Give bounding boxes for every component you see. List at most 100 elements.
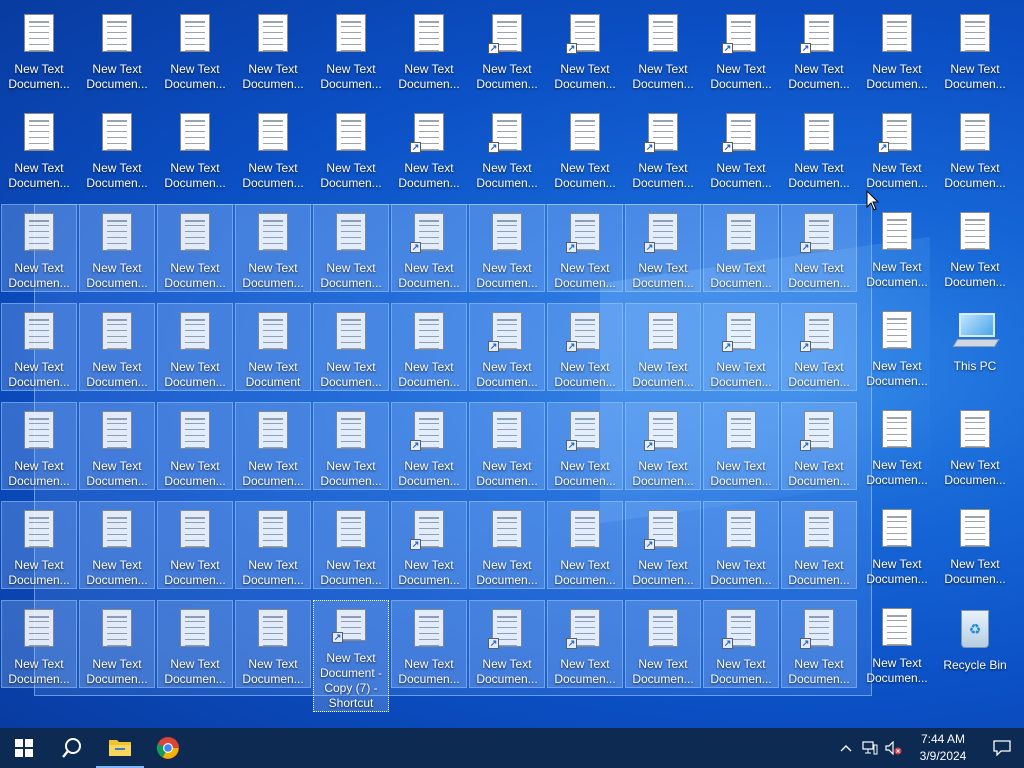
text-document-desktop-icon[interactable]: New Text Documen...	[235, 105, 311, 193]
text-document-desktop-icon[interactable]: New Text Documen...	[937, 402, 1013, 490]
text-document-desktop-icon[interactable]: New Text Documen...	[937, 105, 1013, 193]
start-button[interactable]	[0, 728, 48, 768]
text-document-desktop-icon[interactable]: New Text Documen...	[859, 402, 935, 490]
text-document-desktop-icon[interactable]: New Text Documen...	[235, 501, 311, 589]
text-document-desktop-icon[interactable]: New Text Documen...	[157, 501, 233, 589]
text-document-desktop-icon[interactable]: New Text Documen...	[157, 105, 233, 193]
text-document-desktop-icon[interactable]: ↗ New Text Documen...	[859, 105, 935, 193]
text-document-desktop-icon[interactable]: New Text Documen...	[1, 6, 77, 94]
text-document-desktop-icon[interactable]: ↗ New Text Documen...	[703, 6, 779, 94]
text-document-desktop-icon[interactable]: New Text Documen...	[235, 600, 311, 688]
text-document-desktop-icon[interactable]: ↗ New Text Document - Copy (7) - Shortcut	[313, 600, 389, 712]
text-document-desktop-icon[interactable]: ↗ New Text Documen...	[391, 105, 467, 193]
text-document-desktop-icon[interactable]: New Text Documen...	[1, 204, 77, 292]
text-document-desktop-icon[interactable]: New Text Documen...	[313, 204, 389, 292]
text-document-desktop-icon[interactable]: New Text Documen...	[1, 303, 77, 391]
text-document-desktop-icon[interactable]: ↗ New Text Documen...	[703, 600, 779, 688]
text-document-desktop-icon[interactable]: ↗ New Text Documen...	[469, 6, 545, 94]
text-document-desktop-icon[interactable]: New Text Documen...	[1, 501, 77, 589]
text-document-desktop-icon[interactable]: New Text Documen...	[313, 501, 389, 589]
text-document-desktop-icon[interactable]: New Text Documen...	[1, 402, 77, 490]
desktop[interactable]: New Text Documen... New Text Documen... New …	[0, 0, 1024, 728]
text-document-desktop-icon[interactable]: ↗ New Text Documen...	[391, 501, 467, 589]
text-document-desktop-icon[interactable]: ↗ New Text Documen...	[547, 600, 623, 688]
text-document-desktop-icon[interactable]: New Text Documen...	[391, 600, 467, 688]
text-document-desktop-icon[interactable]: New Text Documen...	[703, 402, 779, 490]
text-document-desktop-icon[interactable]: New Text Documen...	[79, 600, 155, 688]
volume-muted-icon[interactable]	[882, 728, 906, 768]
text-document-desktop-icon[interactable]: New Text Documen...	[235, 6, 311, 94]
text-document-desktop-icon[interactable]: ↗ New Text Documen...	[625, 105, 701, 193]
text-document-desktop-icon[interactable]: New Text Documen...	[859, 600, 935, 688]
text-document-desktop-icon[interactable]: ↗ New Text Documen...	[625, 402, 701, 490]
this-pc-desktop-icon[interactable]: This PC	[937, 303, 1013, 391]
text-document-desktop-icon[interactable]: New Text Documen...	[859, 204, 935, 292]
text-document-desktop-icon[interactable]: New Text Documen...	[235, 204, 311, 292]
text-document-desktop-icon[interactable]: New Text Documen...	[703, 204, 779, 292]
text-document-desktop-icon[interactable]: New Text Documen...	[859, 6, 935, 94]
text-document-desktop-icon[interactable]: New Text Documen...	[859, 303, 935, 391]
text-document-desktop-icon[interactable]: New Text Documen...	[937, 6, 1013, 94]
text-document-desktop-icon[interactable]: New Text Documen...	[157, 204, 233, 292]
chrome-button[interactable]	[144, 728, 192, 768]
text-document-desktop-icon[interactable]: ↗ New Text Documen...	[625, 204, 701, 292]
text-document-desktop-icon[interactable]: ↗ New Text Documen...	[547, 303, 623, 391]
text-document-desktop-icon[interactable]: New Text Document	[235, 303, 311, 391]
text-document-desktop-icon[interactable]: ↗ New Text Documen...	[781, 204, 857, 292]
clock[interactable]: 7:44 AM 3/9/2024	[906, 731, 980, 765]
text-document-desktop-icon[interactable]: New Text Documen...	[469, 501, 545, 589]
text-document-desktop-icon[interactable]: New Text Documen...	[313, 402, 389, 490]
text-document-desktop-icon[interactable]: ↗ New Text Documen...	[547, 6, 623, 94]
text-document-desktop-icon[interactable]: New Text Documen...	[1, 105, 77, 193]
text-document-desktop-icon[interactable]: New Text Documen...	[625, 600, 701, 688]
text-document-desktop-icon[interactable]: New Text Documen...	[157, 303, 233, 391]
text-document-desktop-icon[interactable]: New Text Documen...	[937, 501, 1013, 589]
text-document-desktop-icon[interactable]: New Text Documen...	[313, 6, 389, 94]
text-document-desktop-icon[interactable]: New Text Documen...	[391, 303, 467, 391]
text-document-desktop-icon[interactable]: New Text Documen...	[391, 6, 467, 94]
text-document-desktop-icon[interactable]: New Text Documen...	[781, 105, 857, 193]
text-document-desktop-icon[interactable]: New Text Documen...	[79, 6, 155, 94]
text-document-desktop-icon[interactable]: ↗ New Text Documen...	[781, 6, 857, 94]
text-document-desktop-icon[interactable]: New Text Documen...	[1, 600, 77, 688]
recycle-bin-desktop-icon[interactable]: ♻ Recycle Bin	[937, 600, 1013, 688]
text-document-desktop-icon[interactable]: ↗ New Text Documen...	[469, 303, 545, 391]
text-document-desktop-icon[interactable]: ↗ New Text Documen...	[781, 402, 857, 490]
text-document-desktop-icon[interactable]: New Text Documen...	[157, 402, 233, 490]
text-document-desktop-icon[interactable]: New Text Documen...	[937, 204, 1013, 292]
text-document-desktop-icon[interactable]: New Text Documen...	[469, 204, 545, 292]
text-document-desktop-icon[interactable]: New Text Documen...	[313, 105, 389, 193]
text-document-desktop-icon[interactable]: New Text Documen...	[781, 501, 857, 589]
text-document-desktop-icon[interactable]: ↗ New Text Documen...	[625, 501, 701, 589]
text-document-desktop-icon[interactable]: New Text Documen...	[547, 105, 623, 193]
text-document-desktop-icon[interactable]: New Text Documen...	[157, 6, 233, 94]
text-document-desktop-icon[interactable]: ↗ New Text Documen...	[781, 303, 857, 391]
text-document-desktop-icon[interactable]: New Text Documen...	[625, 303, 701, 391]
show-hidden-icons-chevron-icon[interactable]	[834, 728, 858, 768]
notifications-button[interactable]	[980, 728, 1024, 768]
text-document-desktop-icon[interactable]: ↗ New Text Documen...	[469, 105, 545, 193]
text-document-desktop-icon[interactable]: ↗ New Text Documen...	[391, 204, 467, 292]
text-document-desktop-icon[interactable]: New Text Documen...	[79, 402, 155, 490]
text-document-desktop-icon[interactable]: New Text Documen...	[469, 402, 545, 490]
search-button[interactable]	[48, 728, 96, 768]
text-document-desktop-icon[interactable]: New Text Documen...	[79, 204, 155, 292]
network-icon[interactable]	[858, 728, 882, 768]
text-document-desktop-icon[interactable]: ↗ New Text Documen...	[469, 600, 545, 688]
text-document-desktop-icon[interactable]: New Text Documen...	[235, 402, 311, 490]
text-document-desktop-icon[interactable]: ↗ New Text Documen...	[703, 303, 779, 391]
text-document-desktop-icon[interactable]: ↗ New Text Documen...	[781, 600, 857, 688]
text-document-desktop-icon[interactable]: New Text Documen...	[547, 501, 623, 589]
text-document-desktop-icon[interactable]: ↗ New Text Documen...	[547, 402, 623, 490]
text-document-desktop-icon[interactable]: New Text Documen...	[157, 600, 233, 688]
text-document-desktop-icon[interactable]: New Text Documen...	[79, 303, 155, 391]
text-document-desktop-icon[interactable]: ↗ New Text Documen...	[391, 402, 467, 490]
text-document-desktop-icon[interactable]: New Text Documen...	[703, 501, 779, 589]
text-document-desktop-icon[interactable]: New Text Documen...	[79, 501, 155, 589]
text-document-desktop-icon[interactable]: New Text Documen...	[625, 6, 701, 94]
text-document-desktop-icon[interactable]: ↗ New Text Documen...	[547, 204, 623, 292]
text-document-desktop-icon[interactable]: New Text Documen...	[859, 501, 935, 589]
text-document-desktop-icon[interactable]: ↗ New Text Documen...	[703, 105, 779, 193]
file-explorer-button[interactable]	[96, 728, 144, 768]
text-document-desktop-icon[interactable]: New Text Documen...	[79, 105, 155, 193]
